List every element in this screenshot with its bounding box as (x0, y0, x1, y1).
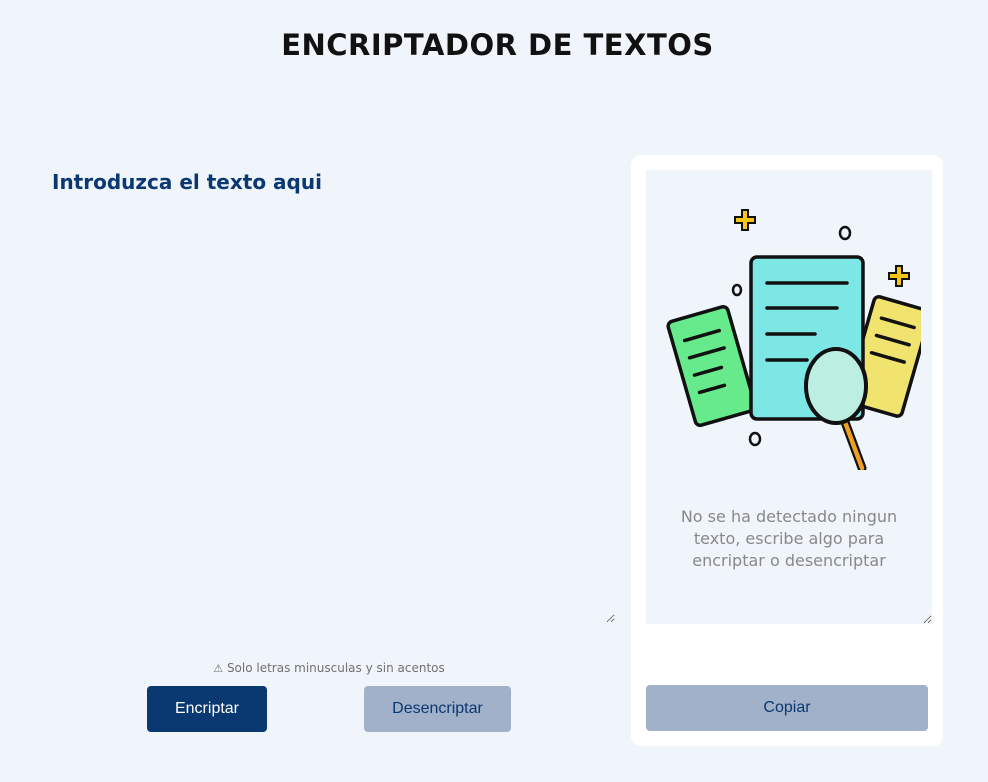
input-panel: Introduzca el texto aqui ⚠ Solo letras m… (0, 0, 620, 782)
empty-output-message: No se ha detectado ningun texto, escribe… (680, 507, 898, 570)
decrypt-button[interactable]: Desencriptar (364, 686, 511, 732)
green-document (666, 305, 757, 428)
encrypt-button[interactable]: Encriptar (147, 686, 267, 732)
output-area[interactable]: No se ha detectado ningun texto, escribe… (646, 170, 932, 624)
input-placeholder-label: Introduzca el texto aqui (52, 170, 322, 194)
magnifier-icon (804, 347, 868, 470)
warning-text: Solo letras minusculas y sin acentos (226, 661, 445, 675)
sparkle-dot (748, 431, 762, 447)
text-input[interactable] (50, 205, 615, 623)
output-card: No se ha detectado ningun texto, escribe… (631, 155, 943, 746)
input-warning: ⚠ Solo letras minusculas y sin acentos (0, 661, 658, 675)
copy-button[interactable]: Copiar (646, 685, 928, 731)
plus-sparkle-icon (888, 265, 910, 287)
document-search-illustration (666, 209, 921, 470)
sparkle-dot (731, 283, 743, 297)
warning-icon: ⚠ (213, 662, 224, 675)
sparkle-dot (838, 225, 852, 241)
plus-sparkle-icon (734, 209, 756, 231)
